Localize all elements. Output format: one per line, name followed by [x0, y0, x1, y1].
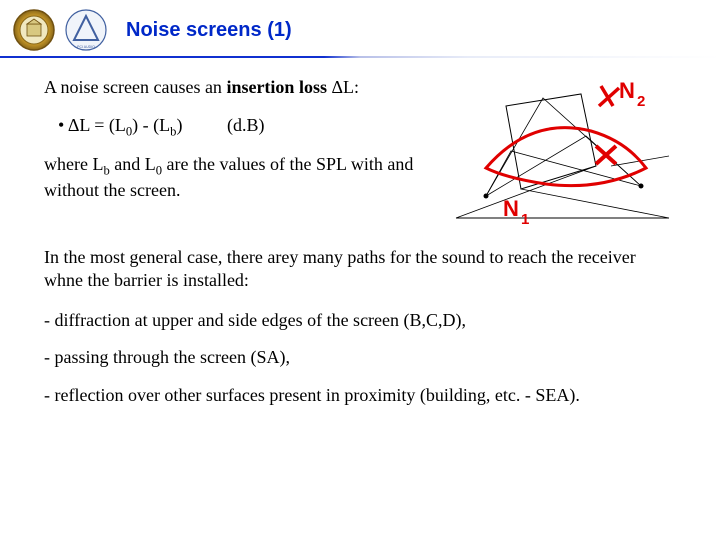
slide-header: PCI AUDIO Noise screens (1)	[0, 0, 720, 56]
bullet: •	[58, 115, 64, 135]
formula-unit: (d.B)	[227, 115, 265, 136]
general-case-text: In the most general case, there arey man…	[44, 246, 676, 293]
label-n1: N	[503, 196, 519, 221]
where-text: where Lb and L0 are the values of the SP…	[44, 153, 441, 202]
formula-line: • ΔL = (L0) - (Lb) (d.B)	[58, 115, 441, 140]
svg-text:2: 2	[637, 93, 645, 110]
noise-screen-diagram: N 2 N 1	[451, 76, 676, 226]
formula-end: )	[176, 115, 182, 135]
slide-title: Noise screens (1)	[126, 19, 292, 42]
intro-bold: insertion loss	[226, 77, 327, 97]
path-reflection: - reflection over other surfaces present…	[44, 384, 676, 407]
seal-icon	[12, 8, 56, 52]
label-n2: N	[619, 78, 635, 103]
intro-post: ΔL:	[327, 77, 359, 97]
formula-delta: ΔL = (L	[68, 115, 126, 135]
path-diffraction: - diffraction at upper and side edges of…	[44, 309, 676, 332]
svg-text:PCI AUDIO: PCI AUDIO	[77, 45, 95, 49]
header-rule	[0, 56, 720, 58]
intro-pre: A noise screen causes an	[44, 77, 226, 97]
formula-mid: ) - (L	[132, 115, 170, 135]
where-mid: and L	[110, 154, 156, 174]
academy-icon: PCI AUDIO	[64, 8, 108, 52]
intro-text: A noise screen causes an insertion loss …	[44, 76, 441, 99]
path-through: - passing through the screen (SA),	[44, 346, 676, 369]
svg-text:1: 1	[521, 211, 529, 226]
where-pre: where L	[44, 154, 103, 174]
